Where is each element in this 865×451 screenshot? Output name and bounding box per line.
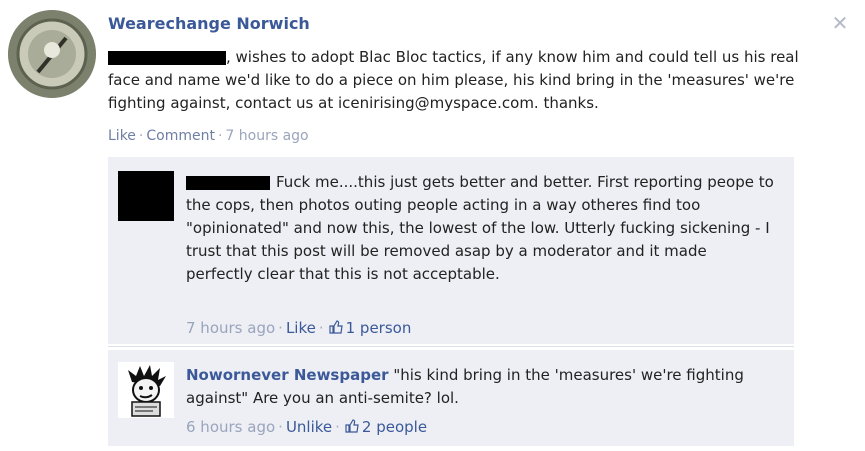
separator: · — [318, 319, 324, 337]
separator: · — [278, 319, 283, 337]
cartoon-avatar-icon — [118, 362, 174, 418]
close-icon[interactable]: ✕ — [831, 13, 849, 33]
comment-item: Nowornever Newspaper "his kind bring in … — [108, 350, 794, 446]
post-author[interactable]: Wearechange Norwich — [108, 14, 310, 33]
comment-timestamp[interactable]: 7 hours ago — [186, 319, 275, 337]
post-meta: Like · Comment · 7 hours ago — [108, 128, 309, 144]
thumbs-up-icon — [345, 419, 359, 433]
comment-text: Fuck me....this just gets better and bet… — [186, 173, 774, 283]
comment-avatar[interactable] — [118, 362, 174, 418]
separator: · — [278, 418, 283, 436]
redacted-avatar — [118, 171, 174, 221]
comment-meta: 6 hours ago · Unlike · 2 people — [186, 418, 427, 436]
comment-item: Fuck me....this just gets better and bet… — [108, 157, 794, 344]
thumbs-up-icon — [329, 320, 343, 334]
separator: · — [217, 128, 223, 144]
unlike-link[interactable]: Unlike — [286, 418, 332, 436]
likes-count[interactable]: 1 person — [346, 319, 412, 337]
likes-count[interactable]: 2 people — [362, 418, 427, 436]
post-timestamp[interactable]: 7 hours ago — [225, 128, 308, 144]
like-link[interactable]: Like — [108, 128, 136, 144]
redacted-name — [186, 175, 270, 190]
post-avatar[interactable] — [8, 10, 96, 98]
comment-divider — [108, 346, 794, 347]
separator: · — [335, 418, 340, 436]
comment-body: Nowornever Newspaper "his kind bring in … — [186, 364, 776, 410]
comment-body: Fuck me....this just gets better and bet… — [186, 171, 776, 286]
post-body: , wishes to adopt Blac Bloc tactics, if … — [108, 46, 808, 115]
comment-author[interactable]: Nowornever Newspaper — [186, 366, 389, 384]
comment-meta: 7 hours ago · Like · 1 person — [186, 319, 411, 337]
comment-link[interactable]: Comment — [146, 128, 215, 144]
comment-timestamp[interactable]: 6 hours ago — [186, 418, 275, 436]
like-link[interactable]: Like — [286, 319, 316, 337]
separator: · — [138, 128, 144, 144]
redacted-name — [108, 50, 226, 65]
seal-logo-icon — [8, 10, 96, 98]
